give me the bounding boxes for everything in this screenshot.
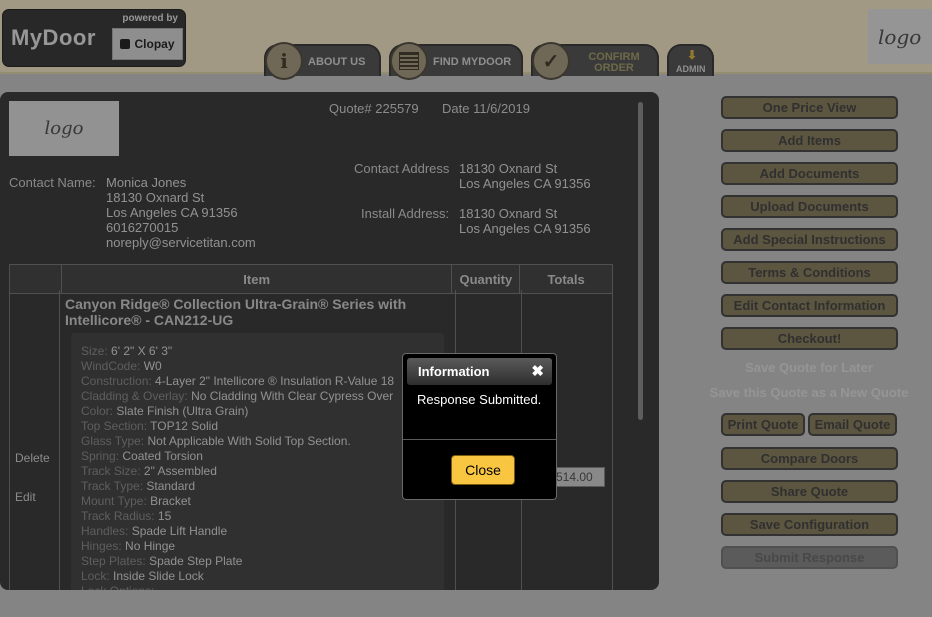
dialog-header: Information ✖ bbox=[407, 358, 552, 385]
dialog-title: Information bbox=[418, 364, 490, 379]
information-dialog: Information ✖ Response Submitted. Close bbox=[402, 353, 557, 500]
modal-overlay bbox=[0, 0, 932, 617]
dialog-divider bbox=[403, 439, 556, 440]
dialog-message: Response Submitted. bbox=[417, 392, 542, 407]
close-icon[interactable]: ✖ bbox=[531, 362, 544, 380]
dialog-close-button[interactable]: Close bbox=[451, 455, 515, 485]
